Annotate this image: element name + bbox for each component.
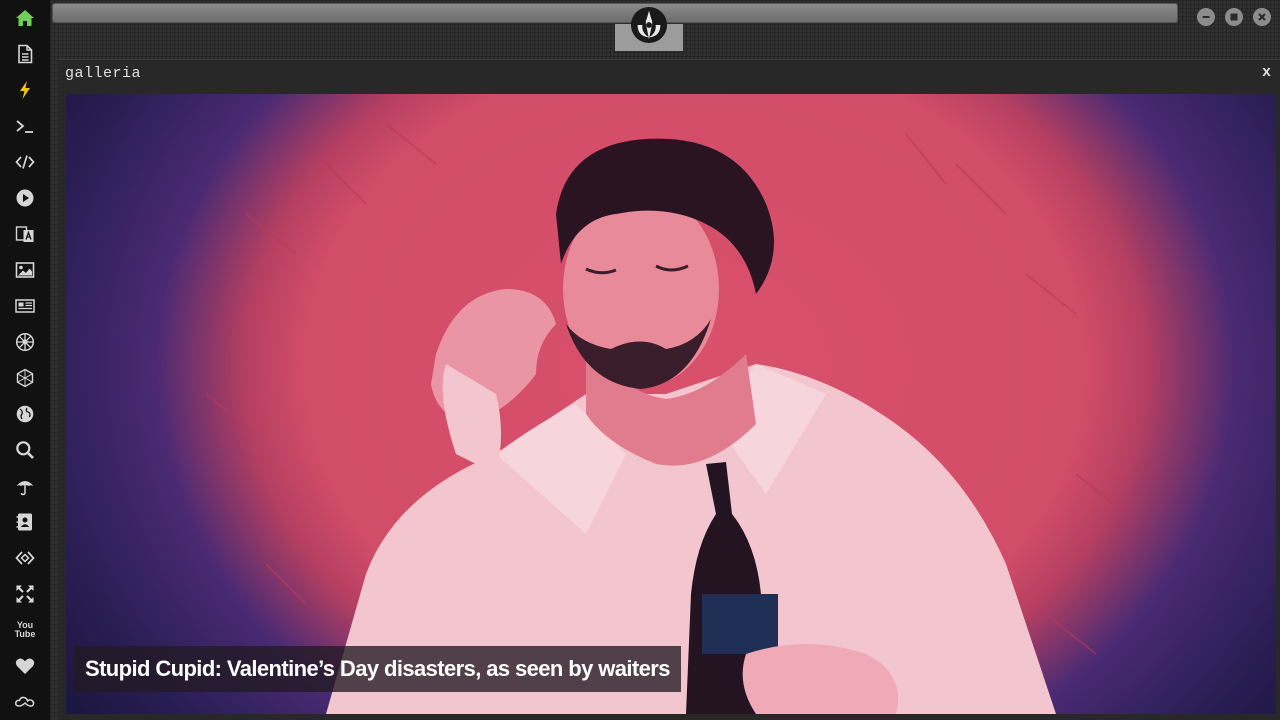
gallery-caption-text: Stupid Cupid: Valentine’s Day disasters,… — [85, 656, 670, 681]
expand-arrows-icon — [16, 585, 34, 603]
window-close-button[interactable]: x — [1262, 64, 1271, 81]
sidebar-item-news[interactable] — [0, 288, 50, 324]
hexagon-network-icon — [16, 368, 34, 388]
contacts-icon — [16, 513, 32, 531]
umbrella-icon — [16, 481, 34, 496]
sidebar-item-document[interactable] — [0, 36, 50, 72]
sidebar-item-play[interactable] — [0, 180, 50, 216]
youtube-icon: You Tube — [14, 620, 36, 639]
minimize-icon — [1202, 16, 1210, 18]
sidebar-item-lightning[interactable] — [0, 72, 50, 108]
translate-icon — [15, 226, 34, 242]
sidebar: You Tube — [0, 0, 50, 720]
empire-icon — [15, 332, 35, 352]
sidebar-item-umbrella[interactable] — [0, 468, 50, 504]
gallery-image[interactable]: Stupid Cupid: Valentine’s Day disasters,… — [66, 94, 1276, 714]
terminal-icon — [16, 120, 33, 133]
infinity-cloud-icon — [15, 696, 35, 707]
maximize-button[interactable] — [1225, 8, 1243, 26]
sidebar-item-search[interactable] — [0, 432, 50, 468]
globe-icon — [16, 405, 34, 423]
home-icon — [16, 10, 34, 26]
close-button[interactable] — [1253, 8, 1271, 26]
sidebar-item-cloud[interactable] — [0, 684, 50, 720]
minimize-button[interactable] — [1197, 8, 1215, 26]
window-title: galleria — [65, 65, 142, 82]
newspaper-icon — [15, 299, 35, 313]
document-icon — [18, 44, 33, 64]
search-icon — [16, 441, 34, 459]
window-controls — [1197, 8, 1271, 26]
maximize-icon — [1230, 13, 1238, 21]
sidebar-item-diamond-code[interactable] — [0, 540, 50, 576]
play-icon — [16, 189, 34, 207]
diamond-code-icon — [15, 551, 35, 565]
sidebar-item-expand[interactable] — [0, 576, 50, 612]
heart-icon — [15, 658, 35, 674]
top-bar[interactable] — [52, 3, 1178, 23]
sidebar-item-images[interactable] — [0, 252, 50, 288]
image-icon — [15, 262, 35, 278]
gallery-artwork — [205, 123, 1127, 714]
sidebar-item-empire[interactable] — [0, 324, 50, 360]
gallery-caption: Stupid Cupid: Valentine’s Day disasters,… — [74, 646, 681, 692]
close-icon — [1258, 13, 1266, 21]
sidebar-item-code[interactable] — [0, 144, 50, 180]
code-icon — [15, 155, 35, 169]
sidebar-item-network[interactable] — [0, 360, 50, 396]
sidebar-item-translate[interactable] — [0, 216, 50, 252]
sidebar-item-terminal[interactable] — [0, 108, 50, 144]
sidebar-item-globe[interactable] — [0, 396, 50, 432]
sidebar-item-contacts[interactable] — [0, 504, 50, 540]
sidebar-item-home[interactable] — [0, 0, 50, 36]
sidebar-item-youtube[interactable]: You Tube — [0, 612, 50, 648]
rebel-alliance-icon[interactable] — [630, 6, 668, 44]
sidebar-item-favorites[interactable] — [0, 648, 50, 684]
lightning-icon — [20, 81, 30, 99]
galleria-window: galleria x Stupid Cupid: Valentine’s Day… — [58, 59, 1280, 720]
